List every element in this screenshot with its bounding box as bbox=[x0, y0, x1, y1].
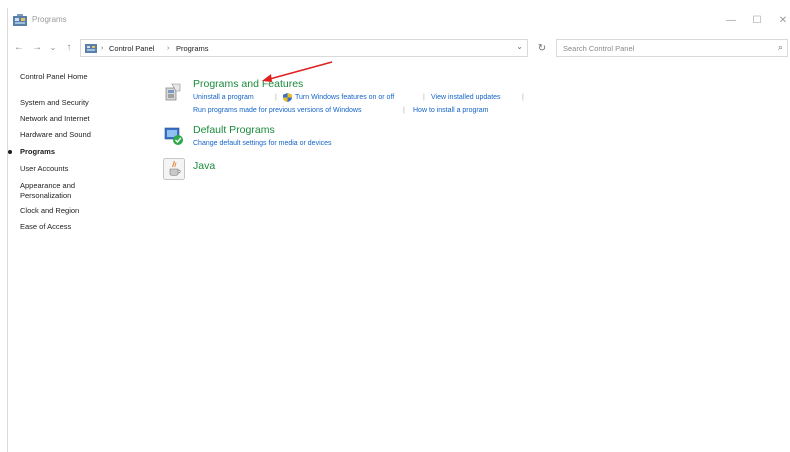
link-divider: | bbox=[403, 107, 405, 114]
sidebar-item-appearance[interactable]: Appearance and bbox=[20, 181, 130, 190]
link-divider: | bbox=[522, 94, 524, 101]
window-title: Programs bbox=[32, 15, 67, 24]
search-placeholder: Search Control Panel bbox=[563, 44, 635, 53]
control-panel-icon bbox=[13, 14, 27, 26]
java-title[interactable]: Java bbox=[193, 160, 215, 172]
up-button[interactable]: ↑ bbox=[62, 41, 76, 55]
turn-windows-features-link[interactable]: Turn Windows features on or off bbox=[295, 93, 394, 103]
sidebar-item-network-and-internet[interactable]: Network and Internet bbox=[20, 114, 130, 123]
uninstall-program-link[interactable]: Uninstall a program bbox=[193, 93, 254, 103]
sidebar-item-control-panel-home[interactable]: Control Panel Home bbox=[20, 72, 130, 81]
address-dropdown-icon[interactable]: ⌄ bbox=[516, 42, 523, 51]
active-item-bullet bbox=[8, 150, 12, 154]
sidebar-item-user-accounts[interactable]: User Accounts bbox=[20, 164, 130, 173]
breadcrumb-separator: › bbox=[167, 45, 170, 52]
search-icon: ⌕ bbox=[777, 42, 783, 52]
address-bar[interactable]: › Control Panel › Programs ⌄ bbox=[80, 39, 528, 57]
search-box[interactable]: Search Control Panel ⌕ bbox=[556, 39, 788, 57]
java-icon bbox=[163, 158, 185, 180]
run-programs-previous-versions-link[interactable]: Run programs made for previous versions … bbox=[193, 106, 361, 116]
sidebar-item-clock-and-region[interactable]: Clock and Region bbox=[20, 206, 130, 215]
sidebar-item-hardware-and-sound[interactable]: Hardware and Sound bbox=[20, 130, 130, 139]
recent-locations-button[interactable]: ⌄ bbox=[46, 41, 60, 55]
shield-icon bbox=[283, 93, 292, 102]
default-programs-icon bbox=[164, 127, 183, 145]
programs-and-features-title[interactable]: Programs and Features bbox=[193, 78, 303, 90]
title-bar: Programs — ☐ ✕ bbox=[8, 8, 790, 34]
view-installed-updates-link[interactable]: View installed updates bbox=[431, 93, 501, 103]
back-button[interactable]: ← bbox=[12, 41, 26, 55]
default-programs-title[interactable]: Default Programs bbox=[193, 124, 275, 136]
link-divider: | bbox=[423, 94, 425, 101]
how-to-install-program-link[interactable]: How to install a program bbox=[413, 106, 488, 116]
refresh-button[interactable]: ↻ bbox=[532, 40, 552, 58]
maximize-button[interactable]: ☐ bbox=[746, 14, 768, 28]
link-divider: | bbox=[275, 94, 277, 101]
sidebar-item-system-and-security[interactable]: System and Security bbox=[20, 98, 130, 107]
sidebar-item-ease-of-access[interactable]: Ease of Access bbox=[20, 222, 130, 231]
breadcrumb-separator: › bbox=[101, 45, 104, 52]
breadcrumb-programs[interactable]: Programs bbox=[176, 43, 209, 54]
breadcrumb-control-panel[interactable]: Control Panel bbox=[109, 43, 154, 54]
navigation-bar: ← → ⌄ ↑ › Control Panel › Programs ⌄ ↻ S… bbox=[8, 38, 790, 60]
programs-and-features-icon bbox=[165, 83, 181, 101]
sidebar-item-programs[interactable]: Programs bbox=[20, 147, 130, 156]
forward-button[interactable]: → bbox=[30, 41, 44, 55]
control-panel-icon bbox=[85, 44, 97, 53]
sidebar-item-personalization[interactable]: Personalization bbox=[20, 191, 130, 200]
change-default-settings-link[interactable]: Change default settings for media or dev… bbox=[193, 139, 332, 149]
close-button[interactable]: ✕ bbox=[772, 14, 790, 28]
minimize-button[interactable]: — bbox=[720, 14, 742, 28]
